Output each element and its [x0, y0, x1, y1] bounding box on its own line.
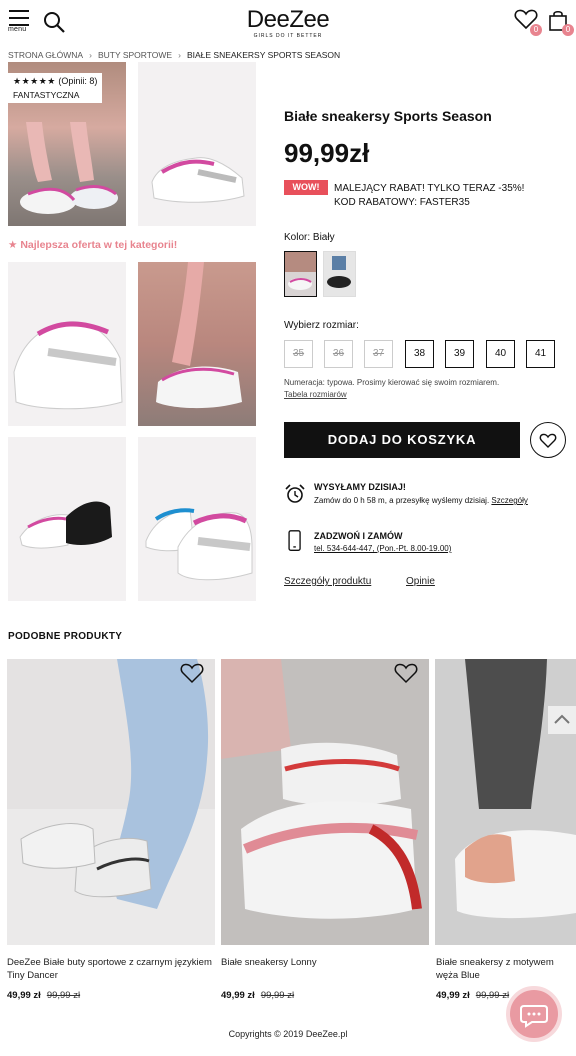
similar-product-3-old-price: 99,99 zł	[475, 990, 510, 1001]
menu-icon	[9, 10, 29, 12]
rating-count: (Opinii: 8)	[58, 76, 98, 86]
breadcrumb-current: BIAŁE SNEAKERSY SPORTS SEASON	[186, 50, 341, 60]
promo-text: MALEJĄCY RABAT! TYLKO TERAZ -35%! KOD RA…	[334, 182, 570, 210]
similar-product-2-current-price: 49,99 zł	[221, 990, 255, 1001]
menu-button[interactable]: menu	[8, 10, 32, 34]
similar-product-2-old-price: 99,99 zł	[260, 990, 295, 1001]
similar-product-photo-3[interactable]	[435, 659, 576, 945]
tab-product-details[interactable]: Szczegóły produktu	[284, 576, 371, 587]
similar-products-title: PODOBNE PRODUKTY	[8, 631, 123, 642]
size-label: Wybierz rozmiar:	[284, 320, 359, 331]
similar-product-2-heart-icon[interactable]	[394, 662, 418, 684]
wishlist-button[interactable]: 0	[514, 8, 542, 36]
best-offer-label: ★ Najlepsza oferta w tej kategorii!	[8, 239, 178, 251]
promo-line-1: MALEJĄCY RABAT! TYLKO TERAZ -35%!	[334, 183, 525, 194]
chat-icon	[520, 1005, 548, 1028]
similar-product-photo-2[interactable]	[221, 659, 429, 945]
product-photo-4[interactable]	[138, 262, 256, 426]
color-swatch-white[interactable]	[284, 251, 317, 297]
size-table-link[interactable]: Tabela rozmiarów	[284, 390, 347, 399]
promo-line-2: KOD RABATOWY: FASTER35	[334, 197, 470, 208]
wow-badge: WOW!	[284, 180, 328, 195]
size-option-38[interactable]: 38	[405, 340, 434, 368]
size-option-36: 36	[324, 340, 353, 368]
logo-text: DeeZee	[246, 6, 330, 33]
tab-reviews[interactable]: Opinie	[406, 576, 435, 587]
cart-count-badge: 0	[562, 24, 574, 36]
logo-tagline: GIRLS DO IT BETTER	[253, 33, 323, 39]
chevron-up-icon	[554, 714, 570, 724]
similar-product-1-price: 49,99 zł 99,99 zł	[7, 990, 80, 1001]
shipping-title: WYSYŁAMY DZISIAJ!	[314, 482, 406, 492]
rating-stars: ★★★★★	[13, 76, 56, 86]
logo[interactable]: DeeZee GIRLS DO IT BETTER	[238, 6, 338, 40]
similar-product-1-name[interactable]: DeeZee Białe buty sportowe z czarnym jęz…	[7, 956, 212, 982]
menu-label: menu	[8, 26, 27, 33]
size-option-41[interactable]: 41	[526, 340, 555, 368]
call-phone-text: tel. 534-644-447, (Pon.-Pt. 8.00-19.00)	[314, 544, 452, 553]
similar-product-2-name[interactable]: Białe sneakersy Lonny	[221, 956, 426, 969]
phone-icon	[288, 530, 301, 551]
similar-product-3-current-price: 49,99 zł	[436, 990, 470, 1001]
alarm-clock-icon	[285, 484, 305, 503]
add-to-wishlist-button[interactable]	[530, 422, 566, 458]
header: menu DeeZee GIRLS DO IT BETTER 0 0	[0, 0, 576, 46]
product-photo-6[interactable]	[138, 437, 256, 601]
color-swatch-black[interactable]	[323, 251, 356, 297]
heart-icon	[539, 433, 557, 448]
wishlist-count-badge: 0	[530, 24, 542, 36]
size-option-35: 35	[284, 340, 313, 368]
product-photo-2[interactable]	[138, 62, 256, 226]
product-photo-5[interactable]	[8, 437, 126, 601]
shipping-details-link[interactable]: Szczegóły	[491, 496, 527, 505]
shipping-text-body: Zamów do 0 h 58 m, a przesyłkę wyślemy d…	[314, 496, 490, 505]
rating-quality: FANTASTYCZNA	[13, 90, 80, 100]
product-price: 99,99zł	[284, 138, 370, 168]
search-icon	[44, 12, 65, 33]
call-phone[interactable]: tel. 534-644-447, (Pon.-Pt. 8.00-19.00)	[314, 544, 451, 553]
search-button[interactable]	[42, 10, 66, 34]
size-option-37: 37	[364, 340, 393, 368]
similar-product-1-heart-icon[interactable]	[180, 662, 204, 684]
product-photo-3[interactable]	[8, 262, 126, 426]
scroll-top-button[interactable]	[548, 706, 576, 734]
cart-button[interactable]: 0	[546, 8, 574, 36]
chat-button[interactable]	[506, 986, 562, 1042]
similar-product-1-current-price: 49,99 zł	[7, 990, 41, 1001]
similar-product-1-old-price: 99,99 zł	[46, 990, 81, 1001]
size-note: Numeracja: typowa. Prosimy kierować się …	[284, 378, 500, 387]
size-option-39[interactable]: 39	[445, 340, 474, 368]
product-title: Białe sneakersy Sports Season	[284, 108, 492, 124]
shipping-text: Zamów do 0 h 58 m, a przesyłkę wyślemy d…	[314, 496, 528, 505]
size-option-40[interactable]: 40	[486, 340, 515, 368]
color-label: Kolor: Biały	[284, 232, 335, 243]
similar-product-3-price: 49,99 zł 99,99 zł	[436, 990, 509, 1001]
footer-copyright: Copyrights © 2019 DeeZee.pl	[228, 1029, 348, 1039]
rating-box[interactable]: ★★★★★ (Opinii: 8) FANTASTYCZNA	[8, 73, 103, 103]
breadcrumb-home[interactable]: STRONA GŁÓWNA	[8, 50, 83, 60]
breadcrumb-category[interactable]: BUTY SPORTOWE	[98, 50, 172, 60]
breadcrumb: STRONA GŁÓWNA › BUTY SPORTOWE › BIAŁE SNEAKE…	[8, 50, 341, 60]
similar-product-2-price: 49,99 zł 99,99 zł	[221, 990, 294, 1001]
call-title: ZADZWOŃ I ZAMÓW	[314, 531, 403, 541]
similar-product-photo-1[interactable]	[7, 659, 215, 945]
similar-product-3-name[interactable]: Białe sneakersy z motywem węża Blue	[436, 956, 574, 982]
add-to-cart-button[interactable]: DODAJ DO KOSZYKA	[284, 422, 520, 458]
